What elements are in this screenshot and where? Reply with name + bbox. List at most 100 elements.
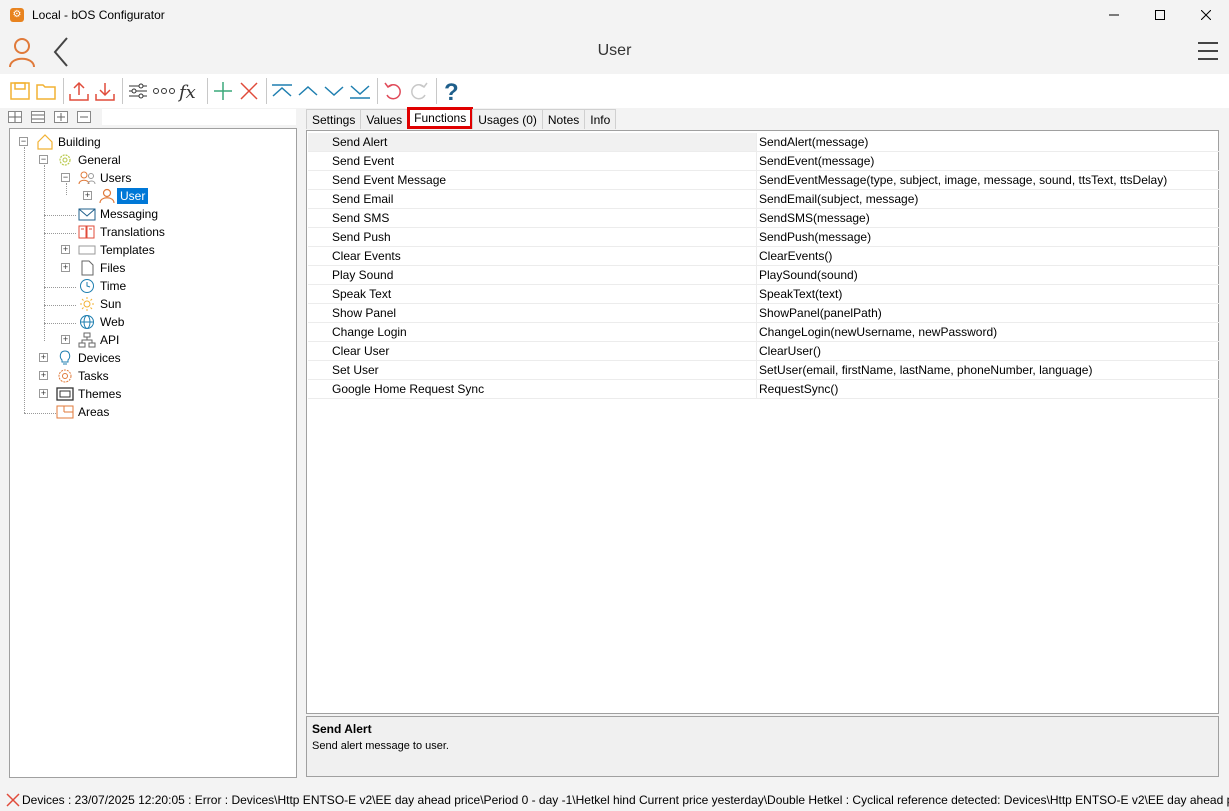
function-row[interactable]: Send Email SendEmail(subject, message) bbox=[308, 190, 1219, 209]
expand-icon bbox=[57, 113, 65, 121]
tree-node-user[interactable]: + User bbox=[82, 187, 149, 205]
function-row[interactable]: Send Event Message SendEventMessage(type,… bbox=[308, 171, 1219, 190]
expand-toggle[interactable]: + bbox=[39, 353, 48, 362]
sliders-icon bbox=[129, 83, 147, 99]
function-fx-icon: fx bbox=[178, 82, 196, 102]
function-signature: SendPush(message) bbox=[759, 230, 872, 244]
tree-node-label: Time bbox=[100, 279, 127, 293]
tab-values[interactable]: Values bbox=[360, 109, 409, 129]
redo-button[interactable] bbox=[407, 77, 431, 105]
tree-node-areas[interactable]: Areas bbox=[38, 403, 112, 421]
collapse-button[interactable] bbox=[77, 111, 91, 123]
expand-button[interactable] bbox=[54, 111, 68, 123]
window-controls bbox=[1091, 0, 1229, 30]
function-row[interactable]: Clear User ClearUser() bbox=[308, 342, 1219, 361]
tab-usages[interactable]: Usages (0) bbox=[472, 109, 543, 129]
tree-node-files[interactable]: + Files bbox=[60, 259, 128, 277]
function-row[interactable]: Speak Text SpeakText(text) bbox=[308, 285, 1219, 304]
tree-node-label: Devices bbox=[78, 351, 121, 365]
lightbulb-icon bbox=[56, 350, 74, 366]
error-icon[interactable] bbox=[6, 791, 20, 809]
tree-node-building[interactable]: − Building bbox=[18, 133, 104, 151]
maximize-button[interactable] bbox=[1137, 0, 1183, 30]
function-row[interactable]: Google Home Request Sync RequestSync() bbox=[308, 380, 1219, 399]
expand-all-button[interactable] bbox=[8, 111, 22, 123]
function-row[interactable]: Show Panel ShowPanel(panelPath) bbox=[308, 304, 1219, 323]
tree-node-time[interactable]: Time bbox=[60, 277, 129, 295]
collapse-icon bbox=[80, 116, 88, 118]
function-row[interactable]: Set User SetUser(email, firstName, lastNa… bbox=[308, 361, 1219, 380]
undo-button[interactable] bbox=[381, 77, 405, 105]
delete-button[interactable] bbox=[237, 77, 261, 105]
globe-icon bbox=[78, 314, 96, 330]
move-top-button[interactable] bbox=[270, 77, 294, 105]
tab-functions[interactable]: Functions bbox=[407, 107, 474, 129]
tab-settings[interactable]: Settings bbox=[306, 109, 362, 129]
tree-node-label: General bbox=[78, 153, 121, 167]
collapse-toggle[interactable]: − bbox=[39, 155, 48, 164]
function-row[interactable]: Send SMS SendSMS(message) bbox=[308, 209, 1219, 228]
tree-node-users[interactable]: − Users bbox=[60, 169, 134, 187]
expand-toggle[interactable]: + bbox=[61, 245, 70, 254]
download-button[interactable] bbox=[93, 77, 117, 105]
tree-node-label: Building bbox=[58, 135, 101, 149]
page-title: User bbox=[597, 42, 632, 59]
tab-notes[interactable]: Notes bbox=[541, 109, 586, 129]
collapse-all-button[interactable] bbox=[31, 111, 45, 123]
expand-toggle[interactable]: + bbox=[83, 191, 92, 200]
tree-node-label: Sun bbox=[100, 297, 122, 311]
tree-node-devices[interactable]: + Devices bbox=[38, 349, 124, 367]
function-button[interactable]: fx bbox=[178, 77, 202, 105]
mail-icon bbox=[78, 206, 96, 222]
toolbar-separator bbox=[63, 78, 64, 104]
expand-toggle[interactable]: + bbox=[61, 335, 70, 344]
chevron-up-icon bbox=[298, 85, 318, 96]
function-row[interactable]: Send Push SendPush(message) bbox=[308, 228, 1219, 247]
function-row[interactable]: Send Event SendEvent(message) bbox=[308, 152, 1219, 171]
open-button[interactable] bbox=[34, 77, 58, 105]
close-window-button[interactable] bbox=[1183, 0, 1229, 30]
tree-node-tasks[interactable]: + Tasks bbox=[38, 367, 112, 385]
tree-node-label: User bbox=[117, 188, 149, 204]
function-row[interactable]: Clear Events ClearEvents() bbox=[308, 247, 1219, 266]
collapse-toggle[interactable]: − bbox=[19, 137, 28, 146]
add-button[interactable] bbox=[211, 77, 235, 105]
help-button[interactable]: ? bbox=[440, 77, 464, 105]
expand-toggle[interactable]: + bbox=[39, 389, 48, 398]
tab-bar: Settings Values Functions Usages (0) Not… bbox=[306, 107, 617, 129]
move-down-button[interactable] bbox=[322, 77, 346, 105]
more-button[interactable] bbox=[152, 77, 176, 105]
tree-node-label: API bbox=[100, 333, 120, 347]
expand-toggle[interactable]: + bbox=[39, 371, 48, 380]
move-up-button[interactable] bbox=[296, 77, 320, 105]
tree-node-translations[interactable]: Translations bbox=[60, 223, 168, 241]
properties-button[interactable] bbox=[126, 77, 150, 105]
title-bar: ⚙ Local - bOS Configurator bbox=[0, 0, 1229, 30]
function-name: Speak Text bbox=[308, 285, 757, 303]
tree-node-label: Translations bbox=[100, 225, 165, 239]
menu-button[interactable] bbox=[1197, 40, 1219, 65]
tree-node-web[interactable]: Web bbox=[60, 313, 127, 331]
tree-node-templates[interactable]: + Templates bbox=[60, 241, 158, 259]
function-row[interactable]: Play Sound PlaySound(sound) bbox=[308, 266, 1219, 285]
book-icon bbox=[78, 224, 96, 240]
function-row[interactable]: Send Alert SendAlert(message) bbox=[308, 133, 1219, 152]
minimize-button[interactable] bbox=[1091, 0, 1137, 30]
tree-search-input[interactable] bbox=[102, 109, 296, 125]
tree-node-messaging[interactable]: Messaging bbox=[60, 205, 161, 223]
tree-node-sun[interactable]: Sun bbox=[60, 295, 124, 313]
move-bottom-button[interactable] bbox=[348, 77, 372, 105]
collapse-toggle[interactable]: − bbox=[61, 173, 70, 182]
description-text: Send alert message to user. bbox=[312, 740, 449, 752]
function-row[interactable]: Change Login ChangeLogin(newUsername, new… bbox=[308, 323, 1219, 342]
expand-toggle[interactable]: + bbox=[61, 263, 70, 272]
tree-node-api[interactable]: + API bbox=[60, 331, 122, 349]
tree-node-themes[interactable]: + Themes bbox=[38, 385, 124, 403]
user-icon bbox=[98, 188, 116, 204]
tab-info[interactable]: Info bbox=[584, 109, 617, 129]
tree-node-general[interactable]: − General bbox=[38, 151, 124, 169]
save-button[interactable] bbox=[8, 77, 32, 105]
expand-all-icon bbox=[9, 112, 21, 122]
folder-icon bbox=[36, 84, 56, 100]
upload-button[interactable] bbox=[67, 77, 91, 105]
